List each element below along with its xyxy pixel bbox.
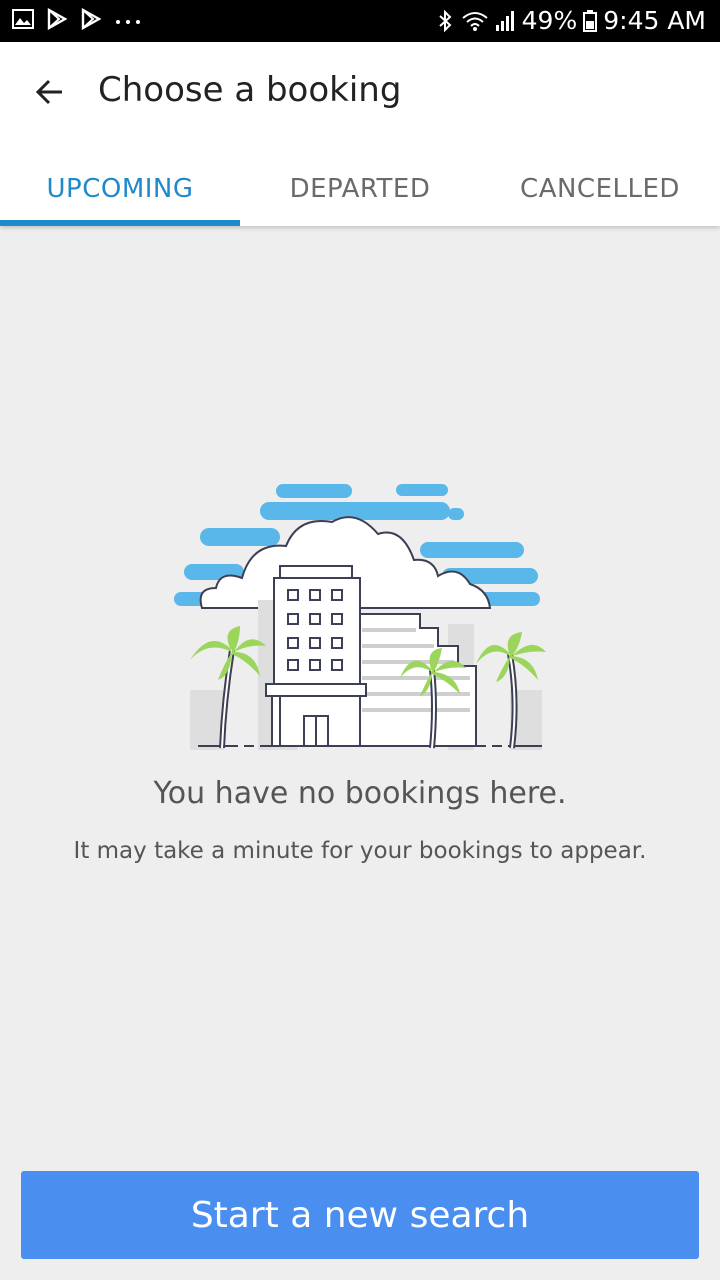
play-store-icon bbox=[47, 8, 68, 30]
notification-icons bbox=[12, 8, 142, 30]
system-icons: 49% 9:45 AM bbox=[434, 6, 706, 35]
tab-departed[interactable]: DEPARTED bbox=[240, 152, 480, 226]
hotel-tower bbox=[265, 565, 367, 747]
bluetooth-icon bbox=[438, 9, 452, 32]
hotel-illustration bbox=[174, 484, 546, 750]
tab-upcoming[interactable]: UPCOMING bbox=[0, 152, 240, 226]
arrow-left-icon bbox=[35, 79, 62, 105]
tab-cancelled[interactable]: CANCELLED bbox=[480, 152, 720, 226]
clock: 9:45 AM bbox=[603, 6, 706, 35]
more-dots-icon bbox=[116, 20, 140, 24]
wifi-icon bbox=[462, 11, 488, 31]
play-store-icon bbox=[81, 8, 102, 30]
empty-state-title: You have no bookings here. bbox=[153, 776, 567, 811]
back-button[interactable] bbox=[26, 68, 74, 116]
status-bar: 49% 9:45 AM bbox=[0, 0, 720, 42]
app-bar: Choose a booking UPCOMING DEPARTED CANCE… bbox=[0, 42, 720, 226]
start-new-search-button[interactable]: Start a new search bbox=[21, 1171, 699, 1259]
battery-icon bbox=[583, 9, 598, 32]
empty-state-subtitle: It may take a minute for your bookings t… bbox=[73, 838, 647, 864]
battery-percent: 49% bbox=[521, 6, 578, 35]
image-icon bbox=[12, 9, 34, 29]
signal-icon bbox=[495, 10, 514, 31]
page-title: Choose a booking bbox=[98, 70, 402, 110]
booking-tabs: UPCOMING DEPARTED CANCELLED bbox=[0, 152, 720, 226]
